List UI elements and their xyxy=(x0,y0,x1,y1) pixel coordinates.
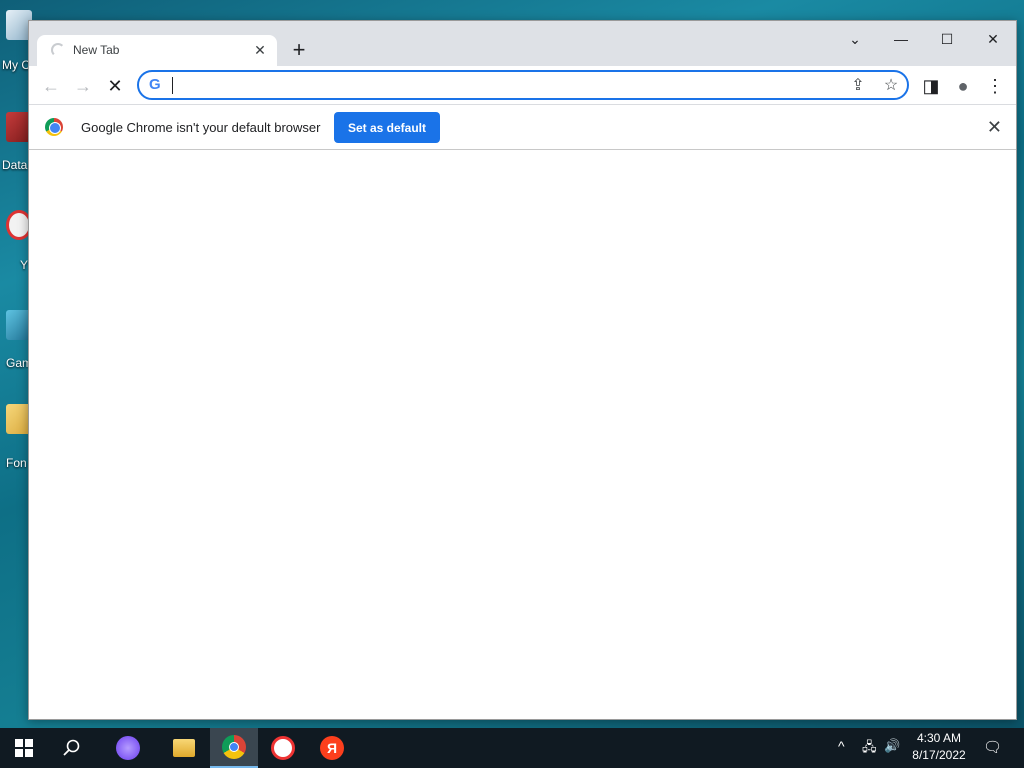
yandex-icon: Я xyxy=(320,736,344,760)
desktop-icon-label: My C xyxy=(2,58,30,72)
infobar-close-icon[interactable]: ✕ xyxy=(987,117,1002,138)
infobar-message: Google Chrome isn't your default browser xyxy=(81,120,321,135)
tab-title: New Tab xyxy=(73,43,120,57)
show-hidden-icons-icon[interactable]: ^ xyxy=(838,738,845,754)
set-as-default-button[interactable]: Set as default xyxy=(334,112,440,143)
desktop-icon-label: Fon xyxy=(6,456,27,470)
side-panel-button[interactable]: ◨ xyxy=(917,72,945,100)
clock[interactable]: 4:30 AM 8/17/2022 xyxy=(904,730,974,764)
chrome-window: New Tab ✕ + ⌄ — ☐ ✕ ← → ✕ G ⇪ ☆ ◨ ● ⋮ Go… xyxy=(28,20,1017,720)
folder-icon xyxy=(173,739,195,757)
desktop-icon-label: Data xyxy=(2,158,28,172)
browser-toolbar: ← → ✕ G ⇪ ☆ ◨ ● ⋮ xyxy=(29,66,1016,104)
search-button[interactable] xyxy=(48,728,96,768)
loading-spinner-icon xyxy=(51,43,65,57)
chrome-logo-icon xyxy=(45,118,63,136)
default-browser-infobar: Google Chrome isn't your default browser… xyxy=(29,104,1016,150)
chrome-icon xyxy=(222,735,246,759)
taskbar: Я ^ 🖧 🔊 4:30 AM 8/17/2022 🗨 xyxy=(0,728,1024,768)
profile-avatar-icon[interactable]: ● xyxy=(949,72,977,100)
tab-new-tab[interactable]: New Tab ✕ xyxy=(37,35,277,66)
chrome-menu-button[interactable]: ⋮ xyxy=(981,72,1009,100)
taskbar-chrome[interactable] xyxy=(210,728,258,768)
volume-icon[interactable]: 🔊 xyxy=(884,738,900,754)
alice-assistant-icon xyxy=(116,736,140,760)
new-tab-button[interactable]: + xyxy=(287,39,311,63)
share-icon[interactable]: ⇪ xyxy=(845,74,871,98)
address-input[interactable] xyxy=(175,74,815,96)
text-caret xyxy=(172,77,173,94)
stop-loading-button[interactable]: ✕ xyxy=(101,72,129,100)
start-button[interactable] xyxy=(0,728,48,768)
taskbar-yandex-browser[interactable] xyxy=(259,728,307,768)
search-icon xyxy=(63,739,80,756)
back-button[interactable]: ← xyxy=(37,72,65,100)
clock-time: 4:30 AM xyxy=(916,731,962,745)
network-icon[interactable]: 🖧 xyxy=(862,738,877,760)
page-content xyxy=(29,150,1016,719)
windows-logo-icon xyxy=(15,739,33,757)
notifications-icon[interactable]: 🗨 xyxy=(983,738,1002,756)
desktop-icon-label: Y xyxy=(20,258,29,272)
taskbar-yandex[interactable]: Я xyxy=(308,728,356,768)
yandex-browser-icon xyxy=(271,736,295,760)
tab-close-icon[interactable]: ✕ xyxy=(251,41,269,59)
close-window-button[interactable]: ✕ xyxy=(970,25,1016,53)
maximize-button[interactable]: ☐ xyxy=(924,25,970,53)
google-g-icon: G xyxy=(149,76,161,93)
taskbar-alice[interactable] xyxy=(104,728,152,768)
clock-date: 8/17/2022 xyxy=(912,748,966,762)
address-bar[interactable]: G ⇪ ☆ xyxy=(137,70,909,100)
bookmark-star-icon[interactable]: ☆ xyxy=(878,74,904,98)
tab-strip: New Tab ✕ + ⌄ — ☐ ✕ xyxy=(29,21,1016,66)
minimize-button[interactable]: — xyxy=(878,25,924,53)
tab-search-dropdown-icon[interactable]: ⌄ xyxy=(832,25,878,53)
taskbar-file-explorer[interactable] xyxy=(160,728,208,768)
forward-button[interactable]: → xyxy=(69,72,97,100)
